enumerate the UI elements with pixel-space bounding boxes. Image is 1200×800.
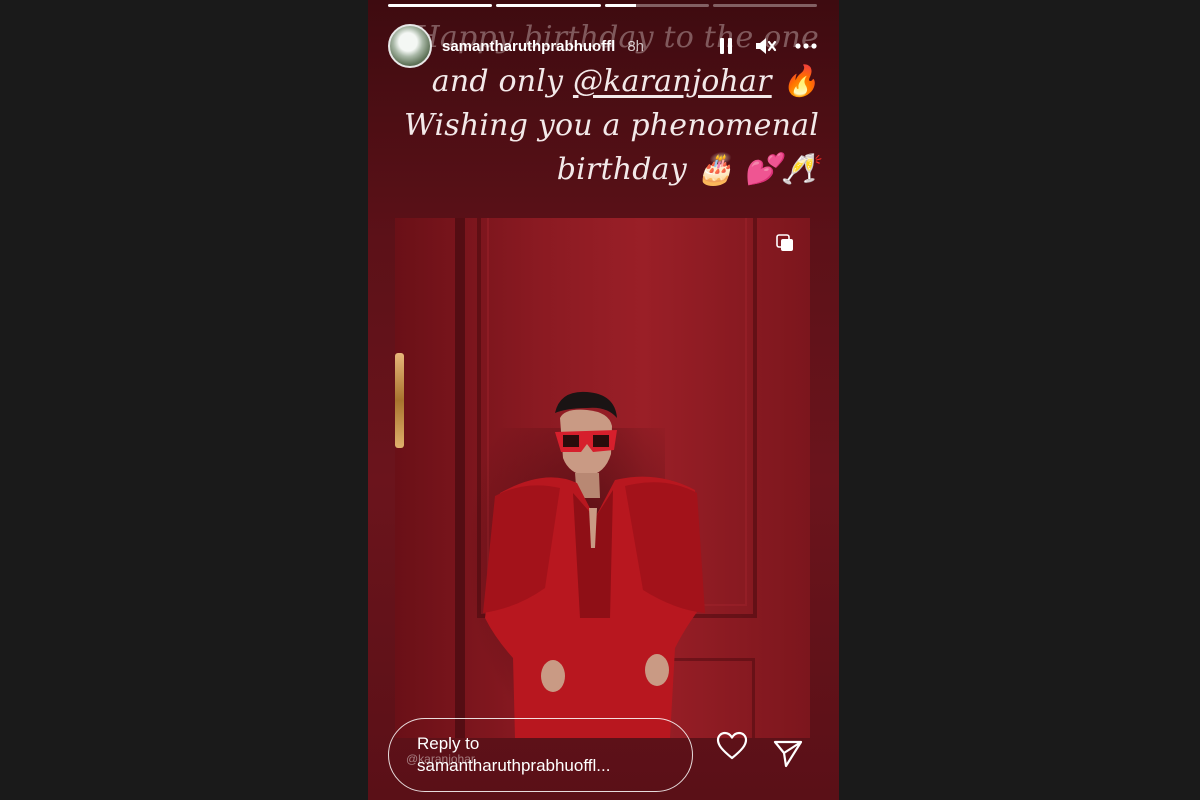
pause-icon — [720, 38, 732, 54]
heart-icon — [716, 731, 748, 760]
story-viewer: Happy birthday to the one and only @kara… — [368, 0, 839, 800]
send-icon — [773, 740, 803, 768]
progress-segment — [712, 4, 817, 7]
progress-segment — [496, 4, 601, 7]
mute-button[interactable] — [751, 31, 781, 61]
post-time: 8h — [627, 37, 645, 55]
caption-line-3: Wishing you a phenomenal — [403, 108, 819, 143]
multiple-posts-icon — [776, 234, 793, 251]
username[interactable]: samantharuthprabhuoffl — [442, 38, 615, 55]
reply-placeholder-line-1: Reply to — [417, 734, 480, 753]
pause-button[interactable] — [711, 31, 741, 61]
progress-segment — [604, 4, 709, 7]
progress-segment — [388, 4, 493, 7]
send-button[interactable] — [770, 736, 806, 772]
more-icon — [795, 43, 817, 49]
avatar[interactable] — [388, 24, 432, 68]
mute-icon — [756, 38, 777, 54]
caption-line-4: birthday 🎂 💕🥂 — [556, 152, 819, 187]
person-figure — [483, 391, 705, 738]
photo-watermark: @karanjohar — [406, 752, 475, 766]
like-button[interactable] — [714, 728, 750, 764]
story-progress-bar — [388, 4, 817, 7]
story-header: samantharuthprabhuoffl 8h — [388, 22, 821, 70]
more-options-button[interactable] — [791, 31, 821, 61]
shared-post-image[interactable] — [395, 218, 810, 738]
